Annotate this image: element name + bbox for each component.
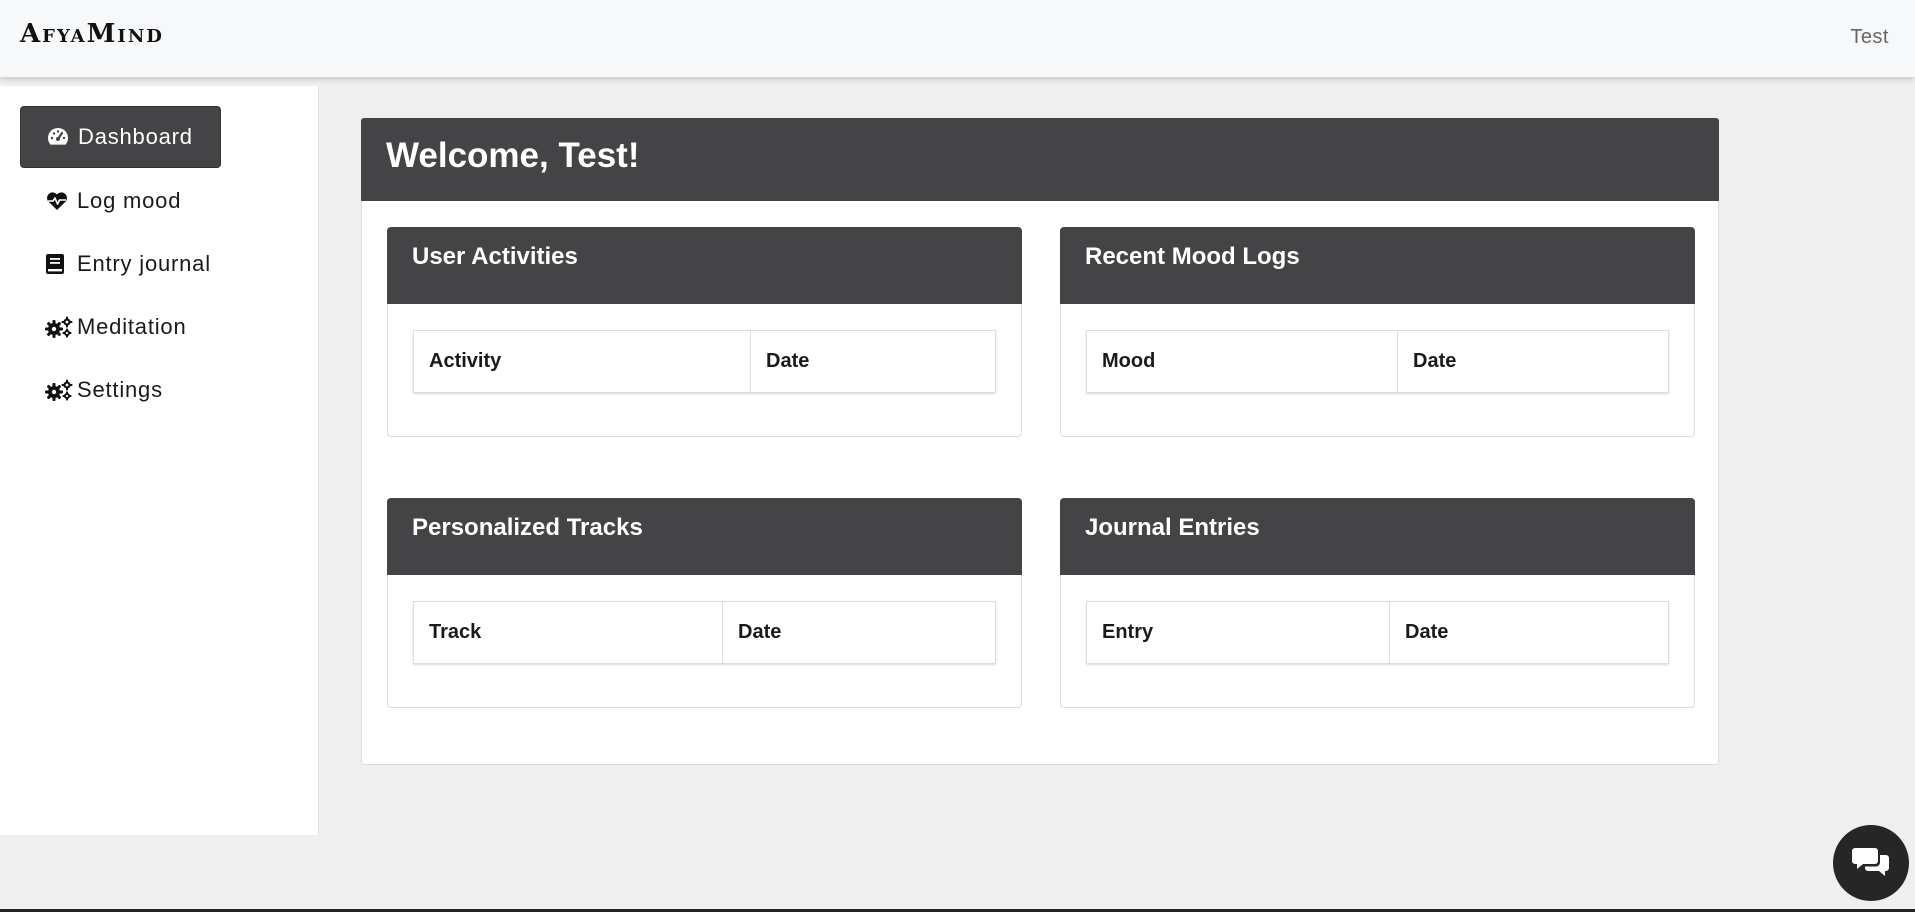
- sidebar-item-meditation[interactable]: Meditation: [20, 296, 212, 358]
- dashboard-gauge-icon: [46, 125, 74, 149]
- chat-button[interactable]: [1833, 825, 1909, 901]
- gears-icon: [45, 378, 73, 402]
- dashboard-panel: Welcome, Test! User Activities Activity …: [361, 118, 1719, 765]
- brand-logo[interactable]: AfyaMind: [20, 19, 164, 49]
- column-header: Date: [1389, 601, 1669, 664]
- table-header-row: Track Date: [413, 601, 996, 664]
- mood-logs-table: Mood Date: [1086, 330, 1669, 393]
- column-header: Date: [1397, 330, 1669, 393]
- tracks-table: Track Date: [413, 601, 996, 664]
- sidebar-item-label: Log mood: [77, 188, 182, 213]
- column-header: Activity: [413, 330, 751, 393]
- journal-entries-table: Entry Date: [1086, 601, 1669, 664]
- journal-entries-card: Journal Entries Entry Date: [1060, 498, 1695, 708]
- sidebar-item-dashboard[interactable]: Dashboard: [20, 106, 221, 168]
- column-header: Date: [750, 330, 996, 393]
- sidebar: Dashboard Log mood Entry journal Meditat…: [0, 86, 319, 835]
- card-header: User Activities: [387, 227, 1022, 304]
- column-header: Entry: [1086, 601, 1390, 664]
- table-header-row: Activity Date: [413, 330, 996, 393]
- card-header: Personalized Tracks: [387, 498, 1022, 575]
- activities-table: Activity Date: [413, 330, 996, 393]
- sidebar-item-label: Dashboard: [78, 124, 193, 149]
- sidebar-item-settings[interactable]: Settings: [20, 359, 188, 421]
- column-header: Track: [413, 601, 723, 664]
- welcome-header: Welcome, Test!: [361, 118, 1719, 201]
- recent-mood-logs-card: Recent Mood Logs Mood Date: [1060, 227, 1695, 437]
- card-title: User Activities: [412, 243, 578, 270]
- user-activities-card: User Activities Activity Date: [387, 227, 1022, 437]
- sidebar-item-label: Settings: [77, 377, 163, 402]
- card-header: Journal Entries: [1060, 498, 1695, 575]
- card-title: Personalized Tracks: [412, 514, 643, 541]
- table-header-row: Entry Date: [1086, 601, 1669, 664]
- personalized-tracks-card: Personalized Tracks Track Date: [387, 498, 1022, 708]
- card-title: Recent Mood Logs: [1085, 243, 1300, 270]
- sidebar-item-log-mood[interactable]: Log mood: [20, 170, 206, 232]
- gears-icon: [45, 315, 73, 339]
- page-title: Welcome, Test!: [386, 136, 640, 175]
- heart-pulse-icon: [45, 189, 73, 213]
- column-header: Date: [722, 601, 996, 664]
- sidebar-item-label: Meditation: [77, 314, 187, 339]
- user-menu[interactable]: Test: [1850, 26, 1889, 49]
- sidebar-item-label: Entry journal: [77, 251, 211, 276]
- book-icon: [45, 252, 73, 276]
- table-header-row: Mood Date: [1086, 330, 1669, 393]
- column-header: Mood: [1086, 330, 1398, 393]
- sidebar-item-entry-journal[interactable]: Entry journal: [20, 233, 236, 295]
- card-title: Journal Entries: [1085, 514, 1260, 541]
- card-header: Recent Mood Logs: [1060, 227, 1695, 304]
- chat-bubbles-icon: [1851, 844, 1891, 883]
- top-navbar: AfyaMind Test: [0, 0, 1915, 77]
